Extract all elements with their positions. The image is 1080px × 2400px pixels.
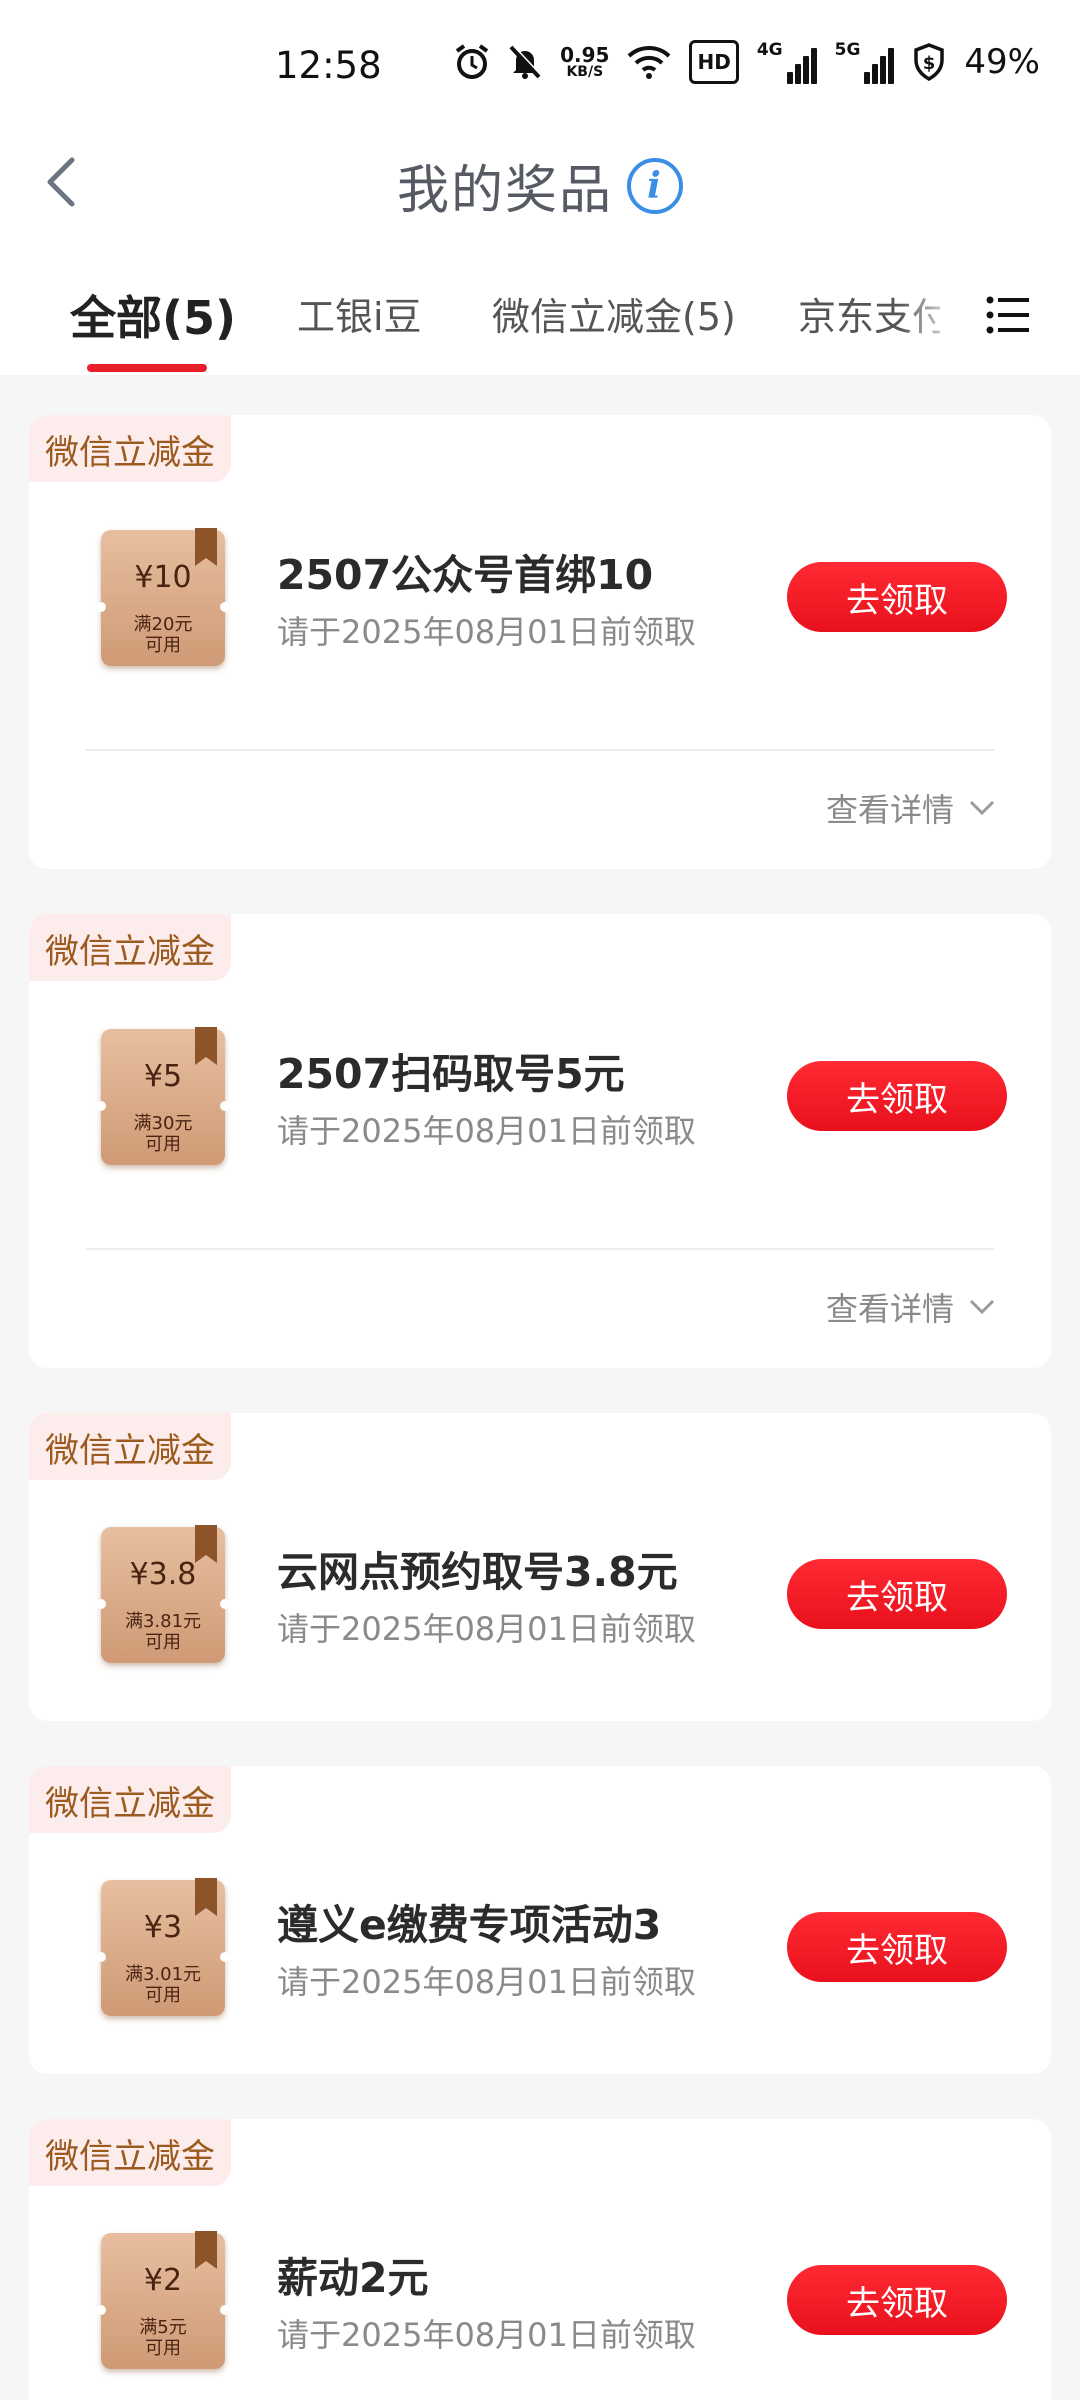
coupon-condition-line2: 可用: [145, 1632, 181, 1653]
tab-fade: [900, 260, 960, 370]
tab-wechat-discount[interactable]: 微信立减金(5): [492, 286, 736, 341]
hd-badge: HD: [689, 40, 739, 84]
prize-name: 薪动2元: [277, 2254, 429, 2302]
coupon-condition-line2: 可用: [145, 635, 181, 656]
prize-name: 2507公众号首绑10: [277, 551, 654, 599]
coupon-amount: ¥3: [143, 1910, 183, 1945]
coupon-graphic: ¥2 满5元 可用: [96, 2231, 230, 2369]
coupon-condition-line1: 满5元: [139, 2317, 187, 2338]
coupon-condition-line1: 满3.01元: [124, 1964, 202, 1985]
chevron-down-icon: [969, 800, 995, 816]
claim-button[interactable]: 去领取: [787, 1912, 1007, 1982]
prize-card: 微信立减金 ¥2 满5元 可用 薪动2元 请于2025年08月01日前领取 去领…: [29, 2119, 1051, 2400]
card-divider: [86, 1248, 994, 1250]
claim-button[interactable]: 去领取: [787, 1559, 1007, 1629]
prize-card: 微信立减金 ¥3 满3.01元 可用 遵义e缴费专项活动3 请于2025年08月…: [29, 1766, 1051, 2074]
tab-icbc-beans[interactable]: 工银i豆: [297, 286, 422, 341]
view-details-label: 查看详情: [825, 791, 954, 829]
svg-text:$: $: [923, 53, 936, 74]
coupon-condition: 满20元 可用: [101, 614, 225, 656]
tab-bar: 全部(5) 工银i豆 微信立减金(5) 京东支付: [0, 260, 1080, 375]
coupon-amount: ¥5: [143, 1059, 183, 1094]
prize-type-tag: 微信立减金: [29, 1413, 231, 1480]
prize-card: 微信立减金 ¥3.8 满3.81元 可用 云网点预约取号3.8元 请于2025年…: [29, 1413, 1051, 1721]
tab-all[interactable]: 全部(5): [70, 282, 236, 348]
signal-4g-label: 4G: [756, 40, 783, 60]
page-title-row: 我的奖品 i: [0, 148, 1080, 223]
status-time: 12:58: [275, 44, 382, 87]
shield-dollar-icon: $: [912, 40, 946, 84]
coupon-ribbon-icon: [195, 1027, 217, 1065]
prize-type-tag: 微信立减金: [29, 2119, 231, 2186]
claim-button[interactable]: 去领取: [787, 1061, 1007, 1131]
coupon-amount: ¥2: [143, 2263, 183, 2298]
prize-deadline: 请于2025年08月01日前领取: [277, 1610, 696, 1648]
coupon-condition-line1: 满3.81元: [124, 1611, 202, 1632]
prize-deadline: 请于2025年08月01日前领取: [277, 2316, 696, 2354]
menu-list-icon[interactable]: [985, 292, 1031, 338]
page-title: 我的奖品: [396, 161, 613, 221]
prize-card: 微信立减金 ¥5 满30元 可用 2507扫码取号5元 请于2025年08月01…: [29, 914, 1051, 1368]
coupon-condition-line2: 可用: [145, 1985, 181, 2006]
coupon-graphic: ¥3 满3.01元 可用: [96, 1878, 230, 2016]
net-speed-unit: KB/S: [566, 64, 604, 80]
battery-level: 49%: [964, 42, 1040, 82]
signal-5g-icon: 5G: [835, 40, 895, 84]
coupon-ribbon-icon: [195, 1878, 217, 1916]
coupon-condition-line2: 可用: [145, 2338, 181, 2359]
prize-deadline: 请于2025年08月01日前领取: [277, 613, 696, 651]
coupon-condition: 满30元 可用: [101, 1113, 225, 1155]
coupon-graphic: ¥10 满20元 可用: [96, 528, 230, 666]
wifi-icon: [627, 40, 671, 84]
coupon-amount: ¥10: [134, 560, 192, 595]
prize-type-tag: 微信立减金: [29, 415, 231, 482]
alarm-icon: [454, 40, 490, 84]
coupon-condition: 满3.01元 可用: [101, 1964, 225, 2006]
coupon-amount: ¥3.8: [129, 1557, 197, 1592]
coupon-graphic: ¥3.8 满3.81元 可用: [96, 1525, 230, 1663]
header: 我的奖品 i: [0, 130, 1080, 230]
signal-4g-icon: 4G: [757, 40, 817, 84]
prize-name: 2507扫码取号5元: [277, 1050, 625, 1098]
active-tab-indicator: [87, 364, 207, 372]
net-speed-indicator: 0.95 KB/S: [560, 40, 609, 84]
mute-bell-icon: [508, 40, 542, 84]
chevron-down-icon: [969, 1299, 995, 1315]
claim-button[interactable]: 去领取: [787, 2265, 1007, 2335]
prize-card: 微信立减金 ¥10 满20元 可用 2507公众号首绑10 请于2025年08月…: [29, 415, 1051, 869]
coupon-condition-line1: 满20元: [133, 614, 193, 635]
coupon-ribbon-icon: [195, 528, 217, 566]
signal-5g-label: 5G: [834, 40, 861, 60]
prize-type-tag: 微信立减金: [29, 914, 231, 981]
prize-name: 云网点预约取号3.8元: [277, 1548, 678, 1596]
card-divider: [86, 749, 994, 751]
prize-deadline: 请于2025年08月01日前领取: [277, 1963, 696, 2001]
view-details-label: 查看详情: [825, 1290, 954, 1328]
net-speed-value: 0.95: [560, 43, 610, 67]
coupon-ribbon-icon: [195, 2231, 217, 2269]
status-icons: 0.95 KB/S HD 4G 5G $ 49%: [454, 40, 1040, 84]
claim-button[interactable]: 去领取: [787, 562, 1007, 632]
view-details-link[interactable]: 查看详情: [826, 785, 996, 831]
coupon-condition: 满5元 可用: [101, 2317, 225, 2359]
view-details-link[interactable]: 查看详情: [826, 1284, 996, 1330]
prize-deadline: 请于2025年08月01日前领取: [277, 1112, 696, 1150]
coupon-condition-line2: 可用: [145, 1134, 181, 1155]
coupon-graphic: ¥5 满30元 可用: [96, 1027, 230, 1165]
coupon-condition-line1: 满30元: [133, 1113, 193, 1134]
status-bar: 12:58 0.95 KB/S HD 4G 5G $ 49%: [0, 0, 1080, 130]
prize-type-tag: 微信立减金: [29, 1766, 231, 1833]
coupon-ribbon-icon: [195, 1525, 217, 1563]
info-icon[interactable]: i: [627, 157, 683, 214]
prize-name: 遵义e缴费专项活动3: [277, 1901, 662, 1949]
coupon-condition: 满3.81元 可用: [101, 1611, 225, 1653]
